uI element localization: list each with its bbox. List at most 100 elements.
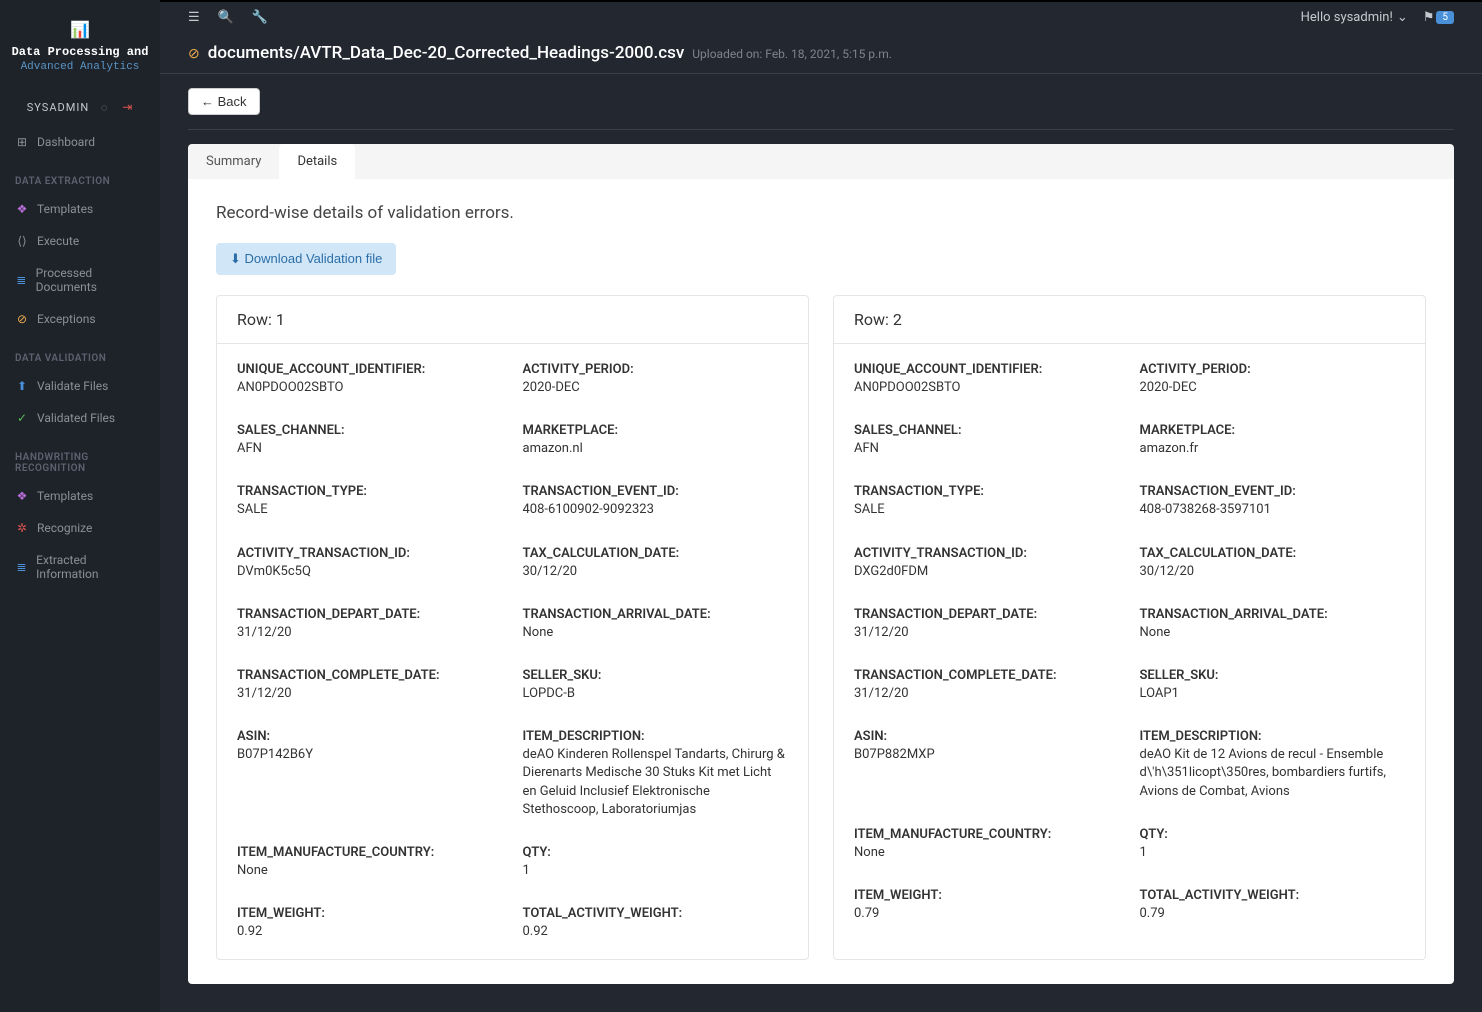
field-value: deAO Kit de 12 Avions de recul - Ensembl… <box>1140 746 1406 801</box>
field-value: 1 <box>1140 844 1406 862</box>
sidebar-item-templates[interactable]: ❖ Templates <box>0 480 160 512</box>
field-value: deAO Kinderen Rollenspel Tandarts, Chiru… <box>523 746 789 819</box>
field-label: TRANSACTION_EVENT_ID: <box>523 484 789 499</box>
field: SELLER_SKU: LOAP1 <box>1140 668 1406 703</box>
sidebar-item-exceptions[interactable]: ⊘Exceptions <box>0 303 160 335</box>
field-label: SALES_CHANNEL: <box>854 423 1120 438</box>
field: TRANSACTION_ARRIVAL_DATE:None <box>1140 607 1406 642</box>
sidebar-item-dashboard[interactable]: ⊞Dashboard <box>0 126 160 158</box>
recognize-icon: ✲ <box>15 521 29 535</box>
field-label: TRANSACTION_ARRIVAL_DATE: <box>1140 607 1406 622</box>
field-label: TRANSACTION_TYPE: <box>237 484 503 499</box>
sidebar-item-recognize[interactable]: ✲ Recognize <box>0 512 160 544</box>
sidebar-item-execute[interactable]: ⟨⟩ Execute <box>0 225 160 257</box>
wrench-icon[interactable]: 🔧 <box>252 10 268 25</box>
field: ITEM_WEIGHT:0.92 <box>237 906 503 941</box>
field: TAX_CALCULATION_DATE: 30/12/20 <box>1140 546 1406 581</box>
logo-icon: 📊 <box>10 20 150 39</box>
main-area: ☰ 🔍 🔧 Hello sysadmin! ⌄ ⚑ 5 ⊘ documents/… <box>160 0 1482 1012</box>
record-card: Row: 1UNIQUE_ACCOUNT_IDENTIFIER:AN0PDOO0… <box>216 295 809 960</box>
extracted-information-icon: ≣ <box>15 560 28 574</box>
field-value: 30/12/20 <box>1140 563 1406 581</box>
field-label: ACTIVITY_TRANSACTION_ID: <box>237 546 503 561</box>
tab-summary[interactable]: Summary <box>188 144 279 179</box>
field-label: SELLER_SKU: <box>1140 668 1406 683</box>
flag-icon: ⚑ <box>1423 10 1435 25</box>
search-icon[interactable]: 🔍 <box>218 10 234 25</box>
sidebar-item-label: Execute <box>37 234 79 248</box>
sidebar-item-label: Recognize <box>37 521 92 535</box>
execute-icon: ⟨⟩ <box>15 234 29 248</box>
field: ITEM_DESCRIPTION:deAO Kinderen Rollenspe… <box>523 729 789 819</box>
field: TRANSACTION_DEPART_DATE: 31/12/20 <box>854 607 1120 642</box>
field-label: TRANSACTION_EVENT_ID: <box>1140 484 1406 499</box>
sidebar-heading: DATA VALIDATION <box>0 335 160 370</box>
field-value: SALE <box>854 501 1120 519</box>
tab-details[interactable]: Details <box>279 144 355 179</box>
field-label: ITEM_DESCRIPTION: <box>1140 729 1406 744</box>
warning-icon: ⊘ <box>188 46 200 62</box>
upload-timestamp: Uploaded on: Feb. 18, 2021, 5:15 p.m. <box>692 47 892 61</box>
exceptions-icon: ⊘ <box>15 312 29 326</box>
field: TRANSACTION_EVENT_ID:408-6100902-9092323 <box>523 484 789 519</box>
templates-icon: ❖ <box>15 489 29 503</box>
field-value: 0.92 <box>237 923 503 941</box>
sidebar-item-label: Templates <box>37 202 93 216</box>
brand-line2: Advanced Analytics <box>10 61 150 73</box>
field-value: AFN <box>237 440 503 458</box>
sidebar-item-validate-files[interactable]: ⬆Validate Files <box>0 370 160 402</box>
field-label: TRANSACTION_DEPART_DATE: <box>854 607 1120 622</box>
logout-icon[interactable]: ⇥ <box>122 100 133 114</box>
field: TRANSACTION_TYPE:SALE <box>854 484 1120 519</box>
field: ITEM_DESCRIPTION: deAO Kit de 12 Avions d… <box>1140 729 1406 801</box>
sidebar-item-label: Extracted Information <box>36 553 145 581</box>
sidebar-item-templates[interactable]: ❖Templates <box>0 193 160 225</box>
field-label: TAX_CALCULATION_DATE: <box>1140 546 1406 561</box>
field-value: 31/12/20 <box>854 624 1120 642</box>
field-value: 1 <box>523 862 789 880</box>
field: MARKETPLACE:amazon.nl <box>523 423 789 458</box>
back-label: Back <box>218 94 247 109</box>
topbar-user-menu[interactable]: Hello sysadmin! ⌄ <box>1301 10 1408 25</box>
field: MARKETPLACE:amazon.fr <box>1140 423 1406 458</box>
field-value: 2020-DEC <box>523 379 789 397</box>
download-label: Download Validation file <box>245 251 383 266</box>
dashboard-icon: ⊞ <box>15 135 29 149</box>
field: QTY:1 <box>1140 827 1406 862</box>
sidebar-item-processed-documents[interactable]: ≣Processed Documents <box>0 257 160 303</box>
tabbar: Summary Details <box>188 144 1454 179</box>
field-label: MARKETPLACE: <box>1140 423 1406 438</box>
field-value: 2020-DEC <box>1140 379 1406 397</box>
field-label: ACTIVITY_PERIOD: <box>1140 362 1406 377</box>
field-value: AFN <box>854 440 1120 458</box>
field: TRANSACTION_TYPE: SALE <box>237 484 503 519</box>
field-value: 0.79 <box>1140 905 1406 923</box>
sidebar-heading: DATA EXTRACTION <box>0 158 160 193</box>
field-label: TRANSACTION_ARRIVAL_DATE: <box>523 607 789 622</box>
sidebar-item-extracted-information[interactable]: ≣ Extracted Information <box>0 544 160 590</box>
field-value: None <box>237 862 503 880</box>
field-label: QTY: <box>523 845 789 860</box>
sidebar-item-validated-files[interactable]: ✓Validated Files <box>0 402 160 434</box>
field-label: ITEM_WEIGHT: <box>854 888 1120 903</box>
download-validation-button[interactable]: ⬇ Download Validation file <box>216 243 396 275</box>
field: ACTIVITY_PERIOD:2020-DEC <box>523 362 789 397</box>
field: ITEM_MANUFACTURE_COUNTRY:None <box>237 845 503 880</box>
field-value: SALE <box>237 501 503 519</box>
field-value: B07P142B6Y <box>237 746 503 764</box>
back-button[interactable]: ← Back <box>188 88 260 115</box>
sidebar: 📊 Data Processing and Advanced Analytics… <box>0 0 160 1012</box>
sidebar-item-label: Templates <box>37 489 93 503</box>
field: TRANSACTION_DEPART_DATE:31/12/20 <box>237 607 503 642</box>
field-value: 30/12/20 <box>523 563 789 581</box>
field: ITEM_MANUFACTURE_COUNTRY:None <box>854 827 1120 862</box>
field: ACTIVITY_TRANSACTION_ID:DXG2d0FDM <box>854 546 1120 581</box>
field: ASIN:B07P142B6Y <box>237 729 503 819</box>
field: TOTAL_ACTIVITY_WEIGHT:0.92 <box>523 906 789 941</box>
field-value: LOAP1 <box>1140 685 1406 703</box>
field-value: B07P882MXP <box>854 746 1120 764</box>
droplet-icon: ◌ <box>101 101 109 114</box>
sidebar-username: SYSADMIN <box>27 101 89 114</box>
menu-toggle-icon[interactable]: ☰ <box>188 10 200 25</box>
notifications-flag[interactable]: ⚑ 5 <box>1423 10 1454 25</box>
